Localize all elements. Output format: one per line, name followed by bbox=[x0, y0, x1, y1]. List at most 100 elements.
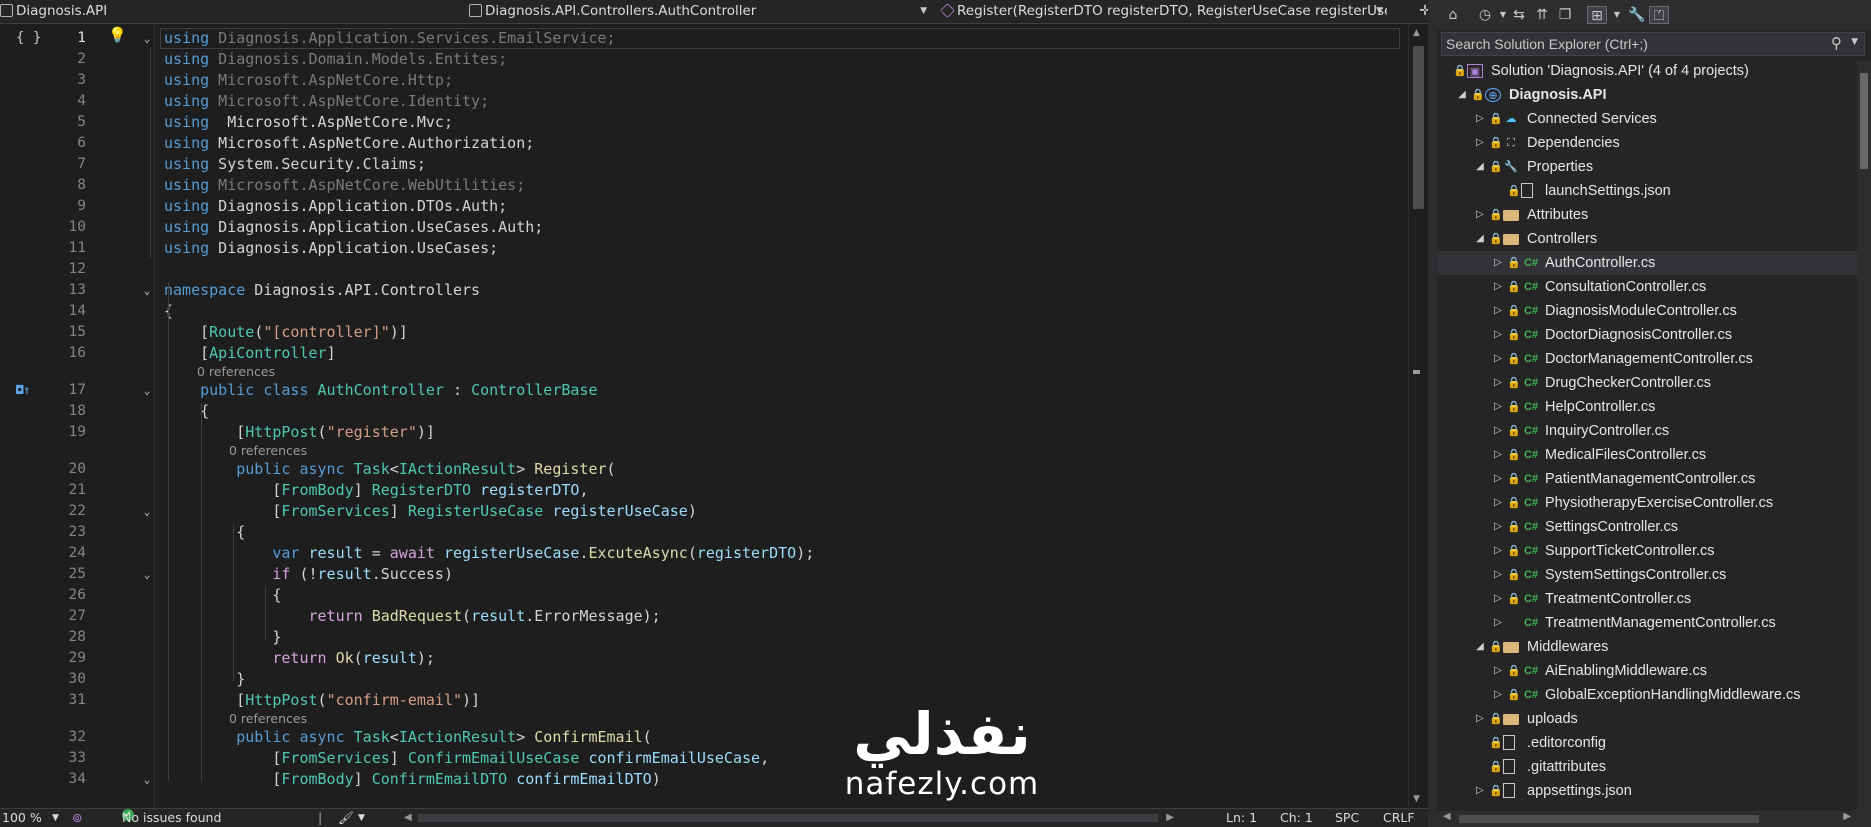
tree-item[interactable]: ▷ 🔒 C# DrugCheckerController.cs bbox=[1437, 371, 1857, 395]
preview-icon[interactable]: ⏍ bbox=[1649, 6, 1669, 24]
tree-item[interactable]: ▷ 🔒 C# DiagnosisModuleController.cs bbox=[1437, 299, 1857, 323]
tree-item[interactable]: ▷ 🔒 C# GlobalExceptionHandlingMiddleware.cs bbox=[1437, 683, 1857, 707]
code-line[interactable]: 25 ⌄ if (!result.Success) bbox=[0, 564, 1414, 585]
copy-icon[interactable]: ❐ bbox=[1555, 6, 1575, 24]
tree-item[interactable]: ▷ 🔒 C# DoctorDiagnosisController.cs bbox=[1437, 323, 1857, 347]
tree-item[interactable]: ▷ 🔒 ☁ Connected Services bbox=[1437, 107, 1857, 131]
expanded-arrow-icon[interactable]: ◢ bbox=[1475, 155, 1485, 179]
code-line[interactable]: 13 ⌄ namespace Diagnosis.API.Controllers bbox=[0, 280, 1414, 301]
code-line[interactable]: 11 using Diagnosis.Application.UseCases; bbox=[0, 238, 1414, 259]
implements-icon[interactable]: ◘↑ bbox=[16, 380, 30, 401]
code-line[interactable]: 6 using Microsoft.AspNetCore.Authorizatio… bbox=[0, 133, 1414, 154]
collapsed-arrow-icon[interactable]: ▷ bbox=[1493, 467, 1503, 491]
tree-item[interactable]: ▷ 🔒 Attributes bbox=[1437, 203, 1857, 227]
tree-item[interactable]: ▷ 🔒 C# InquiryController.cs bbox=[1437, 419, 1857, 443]
collapsed-arrow-icon[interactable]: ▷ bbox=[1493, 371, 1503, 395]
tree-item[interactable]: 🔒 .gitattributes bbox=[1437, 755, 1857, 779]
line-indicator[interactable]: Ln: 1 bbox=[1226, 809, 1257, 827]
code-line[interactable]: 32 public async Task<IActionResult> Conf… bbox=[0, 727, 1414, 748]
tree-item[interactable]: 🔒 .editorconfig bbox=[1437, 731, 1857, 755]
solution-explorer-scrollbar[interactable] bbox=[1857, 61, 1871, 827]
code-line[interactable]: 7 using System.Security.Claims; bbox=[0, 154, 1414, 175]
tree-item[interactable]: ▷ 🔒 ⛶ Dependencies bbox=[1437, 131, 1857, 155]
editor-vertical-scrollbar[interactable]: ▲ ▼ bbox=[1408, 24, 1428, 808]
tree-item[interactable]: ▷ 🔒 C# SupportTicketController.cs bbox=[1437, 539, 1857, 563]
code-line[interactable]: 8 using Microsoft.AspNetCore.WebUtilities… bbox=[0, 175, 1414, 196]
tree-item[interactable]: ▷ 🔒 C# SettingsController.cs bbox=[1437, 515, 1857, 539]
code-line[interactable]: 34 ⌄ [FromBody] ConfirmEmailDTO confirmEm… bbox=[0, 769, 1414, 790]
collapsed-arrow-icon[interactable]: ▷ bbox=[1493, 443, 1503, 467]
tree-item[interactable]: 🔒 ▣ Solution 'Diagnosis.API' (4 of 4 proje… bbox=[1437, 61, 1857, 83]
panel-splitter[interactable] bbox=[1428, 0, 1437, 827]
code-line[interactable]: 33 [FromServices] ConfirmEmailUseCase co… bbox=[0, 748, 1414, 769]
solution-explorer-horizontal-scrollbar[interactable]: ◀ ▶ bbox=[1437, 811, 1857, 827]
collapsed-arrow-icon[interactable]: ▷ bbox=[1493, 395, 1503, 419]
scrollbar-thumb[interactable] bbox=[1459, 815, 1759, 823]
code-line[interactable]: 1 ⌄ using Diagnosis.Application.Services.E… bbox=[0, 28, 1414, 49]
code-editor[interactable]: 💡 1 ⌄ using Diagnosis.Application.Services… bbox=[0, 24, 1414, 808]
search-icon[interactable]: ⚲ bbox=[1831, 34, 1842, 52]
code-line[interactable]: 15 [Route("[controller]")] bbox=[0, 322, 1414, 343]
scrollbar-thumb[interactable] bbox=[418, 814, 1158, 822]
tree-item[interactable]: ◢ 🔒 Middlewares bbox=[1437, 635, 1857, 659]
codelens-references[interactable]: 0 references bbox=[197, 363, 275, 381]
code-line[interactable]: 30 } bbox=[0, 669, 1414, 690]
expanded-arrow-icon[interactable]: ◢ bbox=[1475, 635, 1485, 659]
code-line[interactable]: 27 return BadRequest(result.ErrorMessage… bbox=[0, 606, 1414, 627]
code-line[interactable]: 17 ⌄ public class AuthController : Contro… bbox=[0, 380, 1414, 401]
vs-icon[interactable]: ⌂ bbox=[1443, 6, 1463, 24]
history-icon[interactable]: ◷ bbox=[1475, 6, 1495, 24]
tree-item[interactable]: ▷ 🔒 C# PatientManagementController.cs bbox=[1437, 467, 1857, 491]
zoom-level[interactable]: 100 % bbox=[2, 809, 42, 827]
code-line[interactable]: 3 using Microsoft.AspNetCore.Http; bbox=[0, 70, 1414, 91]
tree-item[interactable]: ▷ 🔒 C# HelpController.cs bbox=[1437, 395, 1857, 419]
tree-item[interactable]: ◢ 🔒 ⊕ Diagnosis.API bbox=[1437, 83, 1857, 107]
code-line[interactable]: 10 using Diagnosis.Application.UseCases.A… bbox=[0, 217, 1414, 238]
scroll-up-arrow-icon[interactable]: ▲ bbox=[1413, 28, 1420, 38]
column-indicator[interactable]: Ch: 1 bbox=[1280, 809, 1313, 827]
code-line[interactable]: 22 ⌄ [FromServices] RegisterUseCase regis… bbox=[0, 501, 1414, 522]
collapsed-arrow-icon[interactable]: ▷ bbox=[1493, 275, 1503, 299]
brush-icon[interactable]: 🖌 bbox=[338, 809, 354, 827]
wrench-icon[interactable]: 🔧 bbox=[1627, 6, 1647, 24]
chevron-down-icon[interactable]: ▼ bbox=[1851, 37, 1858, 47]
collapse-chevron-icon[interactable]: ⌄ bbox=[140, 769, 154, 790]
switch-views-icon[interactable]: ⊞ bbox=[1587, 6, 1607, 24]
code-line[interactable]: 29 return Ok(result); bbox=[0, 648, 1414, 669]
code-line[interactable]: 14{ bbox=[0, 301, 1414, 322]
codelens-references[interactable]: 0 references bbox=[229, 442, 307, 460]
collapse-chevron-icon[interactable]: ⌄ bbox=[140, 280, 154, 301]
collapsed-arrow-icon[interactable]: ▷ bbox=[1475, 707, 1485, 731]
code-line[interactable]: 19 [HttpPost("register")] bbox=[0, 422, 1414, 443]
code-line[interactable]: 28 } bbox=[0, 627, 1414, 648]
tree-item[interactable]: 🔒 launchSettings.json bbox=[1437, 179, 1857, 203]
collapsed-arrow-icon[interactable]: ▷ bbox=[1493, 539, 1503, 563]
collapse-all-icon[interactable]: ⇈ bbox=[1532, 6, 1552, 24]
collapse-chevron-icon[interactable]: ⌄ bbox=[140, 28, 154, 49]
tree-item[interactable]: ▷ 🔒 C# SystemSettingsController.cs bbox=[1437, 563, 1857, 587]
collapsed-arrow-icon[interactable]: ▷ bbox=[1493, 491, 1503, 515]
tree-item[interactable]: ▷ C# TreatmentManagementController.cs bbox=[1437, 611, 1857, 635]
collapsed-arrow-icon[interactable]: ▷ bbox=[1493, 419, 1503, 443]
chevron-down-icon[interactable]: ▼ bbox=[1607, 6, 1627, 24]
collapsed-arrow-icon[interactable]: ▷ bbox=[1493, 587, 1503, 611]
collapsed-arrow-icon[interactable]: ▷ bbox=[1493, 299, 1503, 323]
chevron-down-icon[interactable]: ▼ bbox=[52, 809, 59, 827]
code-line[interactable]: 18 { bbox=[0, 401, 1414, 422]
tree-item[interactable]: ▷ 🔒 C# DoctorManagementController.cs bbox=[1437, 347, 1857, 371]
code-line[interactable]: 4 using Microsoft.AspNetCore.Identity; bbox=[0, 91, 1414, 112]
code-line[interactable]: 5 using Microsoft.AspNetCore.Mvc; bbox=[0, 112, 1414, 133]
tree-item[interactable]: ▷ 🔒 C# AuthController.cs bbox=[1437, 251, 1857, 275]
tree-item[interactable]: ◢ 🔒 Controllers bbox=[1437, 227, 1857, 251]
member-dropdown[interactable]: Register(RegisterDTO registerDTO, Regist… bbox=[941, 0, 1387, 24]
collapsed-arrow-icon[interactable]: ▷ bbox=[1475, 779, 1485, 803]
code-line[interactable]: 24 var result = await registerUseCase.Ex… bbox=[0, 543, 1414, 564]
brace-icon[interactable]: { } bbox=[16, 28, 41, 49]
sync-icon[interactable]: ⇆ bbox=[1509, 6, 1529, 24]
collapsed-arrow-icon[interactable]: ▷ bbox=[1493, 611, 1503, 635]
scroll-right-arrow-icon[interactable]: ▶ bbox=[1166, 809, 1174, 827]
collapsed-arrow-icon[interactable]: ▷ bbox=[1493, 683, 1503, 707]
copilot-icon[interactable]: ⊚ bbox=[72, 809, 82, 827]
code-line[interactable]: 26 { bbox=[0, 585, 1414, 606]
project-dropdown[interactable]: Diagnosis.API bbox=[0, 0, 110, 24]
